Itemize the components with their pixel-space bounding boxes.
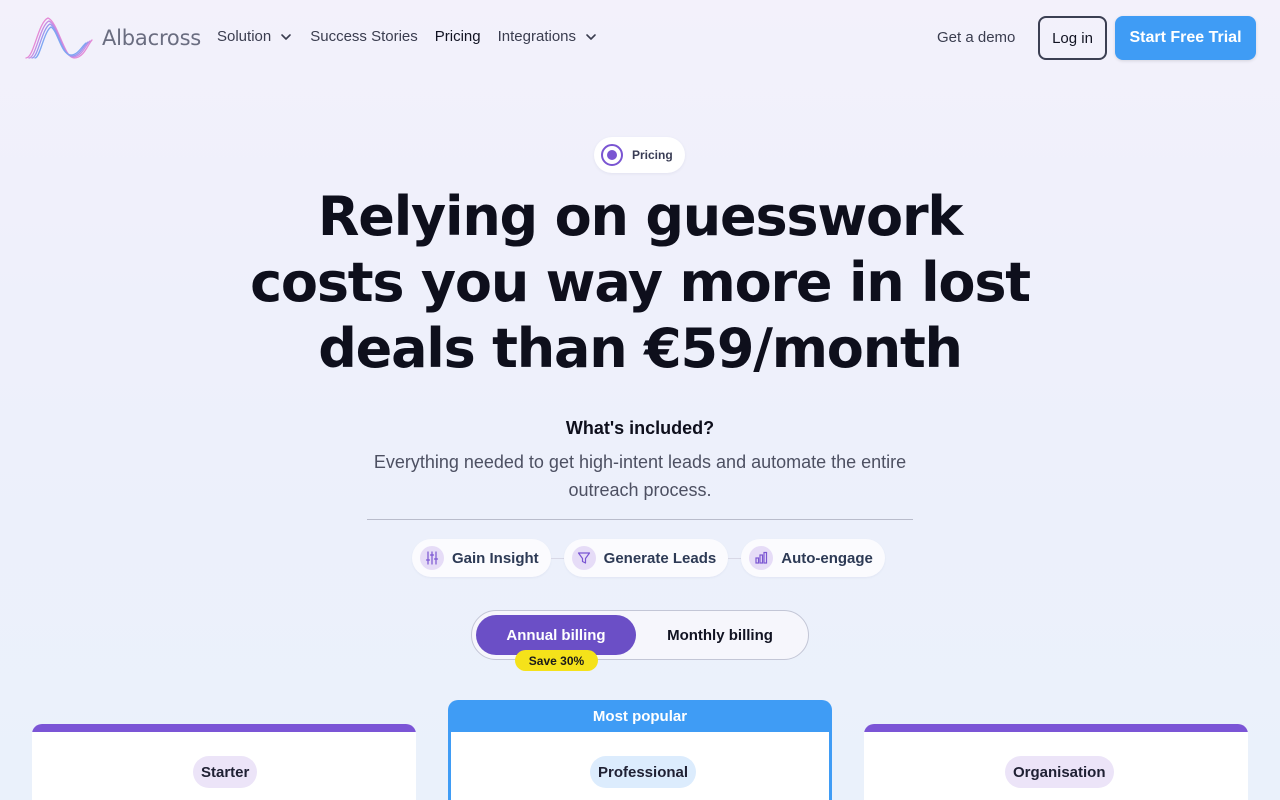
- sliders-icon: [420, 546, 444, 570]
- card-accent-bar: [864, 724, 1248, 732]
- bar-chart-icon: [749, 546, 774, 570]
- page-headline: Relying on guesswork costs you way more …: [0, 184, 1280, 382]
- plan-card-body: Professional: [451, 732, 829, 800]
- most-popular-label: Most popular: [592, 707, 688, 725]
- feature-connector: [728, 557, 742, 559]
- headline-line: Relying on guesswork: [317, 185, 963, 248]
- radio-dot-icon: [601, 144, 623, 166]
- headline-line: deals than €59/month: [318, 317, 963, 380]
- feature-tabs: Gain Insight Generate Leads Auto-engage: [412, 539, 885, 577]
- feature-gain-insight[interactable]: Gain Insight: [412, 539, 551, 577]
- menu-item-pricing[interactable]: Pricing: [435, 28, 481, 45]
- feature-generate-leads[interactable]: Generate Leads: [563, 539, 729, 577]
- menu-item-label: Solution: [217, 28, 272, 45]
- main-menu: Solution Success Stories Pricing Integra…: [217, 28, 615, 45]
- top-navigation: Albacross Solution Success Stories Prici…: [0, 0, 1280, 76]
- plan-name: Starter: [193, 756, 258, 788]
- section-badge-label: Pricing: [632, 148, 673, 162]
- start-free-trial-button[interactable]: Start Free Trial: [1115, 16, 1256, 60]
- plan-card-organisation: Organisation: [864, 724, 1248, 800]
- monthly-billing-option[interactable]: Monthly billing: [640, 615, 800, 655]
- menu-item-label: Success Stories: [310, 28, 418, 45]
- plan-name: Organisation: [1005, 756, 1114, 788]
- menu-item-label: Integrations: [497, 28, 577, 45]
- plan-card-starter: Starter: [32, 724, 416, 800]
- feature-label: Gain Insight: [452, 549, 539, 567]
- chevron-down-icon: [586, 33, 596, 40]
- card-accent-bar: [32, 724, 416, 732]
- save-badge: Save 30%: [515, 650, 598, 671]
- brand-logo[interactable]: Albacross: [24, 14, 201, 62]
- annual-billing-option[interactable]: Annual billing: [476, 615, 636, 655]
- feature-label: Generate Leads: [603, 549, 717, 567]
- feature-label: Auto-engage: [781, 549, 873, 567]
- brand-name: Albacross: [102, 26, 202, 50]
- chevron-down-icon: [281, 33, 292, 40]
- plan-card-professional: Most popular Professional: [448, 700, 832, 800]
- feature-auto-engage[interactable]: Auto-engage: [741, 539, 885, 577]
- menu-item-solution[interactable]: Solution: [217, 28, 293, 45]
- menu-item-success-stories[interactable]: Success Stories: [310, 28, 418, 45]
- funnel-icon: [571, 546, 596, 570]
- plan-name: Professional: [590, 756, 697, 788]
- section-badge: Pricing: [594, 137, 685, 173]
- menu-item-label: Pricing: [434, 28, 481, 45]
- login-button[interactable]: Log in: [1038, 16, 1107, 60]
- feature-connector: [550, 557, 564, 559]
- get-demo-link[interactable]: Get a demo: [937, 29, 1015, 46]
- albacross-logo-icon: [25, 17, 93, 59]
- included-title: What's included?: [565, 418, 715, 438]
- included-description: Everything needed to get high-intent lea…: [373, 452, 907, 500]
- divider: [367, 519, 913, 520]
- headline-line: costs you way more in lost: [250, 251, 1031, 314]
- menu-item-integrations[interactable]: Integrations: [498, 28, 598, 45]
